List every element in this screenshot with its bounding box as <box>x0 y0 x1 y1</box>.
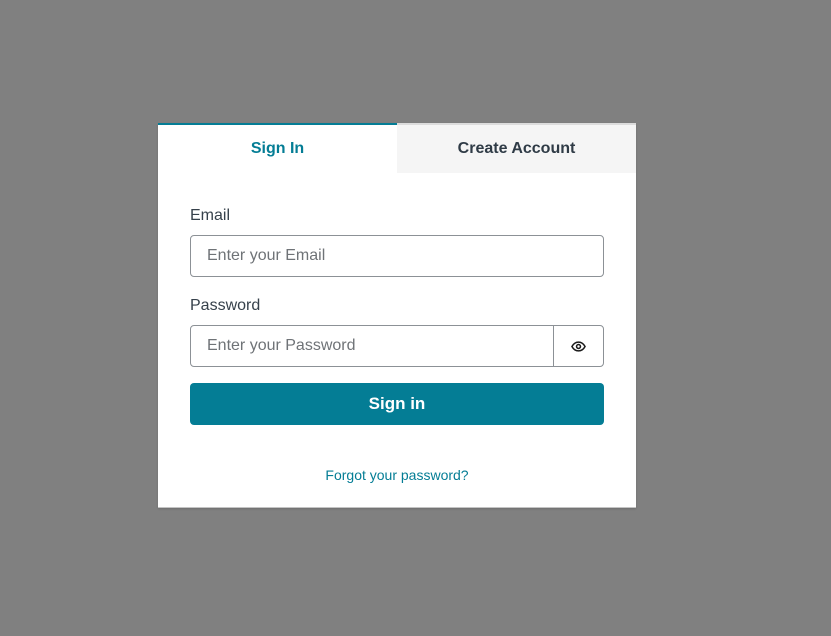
password-row <box>190 325 604 367</box>
email-label: Email <box>190 207 231 224</box>
eye-icon <box>571 340 586 352</box>
forgot-password-link[interactable]: Forgot your password? <box>158 467 636 483</box>
sign-in-card: Sign In Create Account Email Password Si… <box>158 123 636 508</box>
sign-in-form: Email Password Sign in <box>190 207 604 425</box>
password-label: Password <box>190 297 261 314</box>
password-field[interactable] <box>190 325 554 367</box>
tab-sign-in[interactable]: Sign In <box>158 123 397 173</box>
tab-create-account[interactable]: Create Account <box>397 123 636 173</box>
email-field[interactable] <box>190 235 604 277</box>
sign-in-button[interactable]: Sign in <box>190 383 604 425</box>
show-password-button[interactable] <box>553 325 604 367</box>
auth-tabs: Sign In Create Account <box>158 123 636 173</box>
